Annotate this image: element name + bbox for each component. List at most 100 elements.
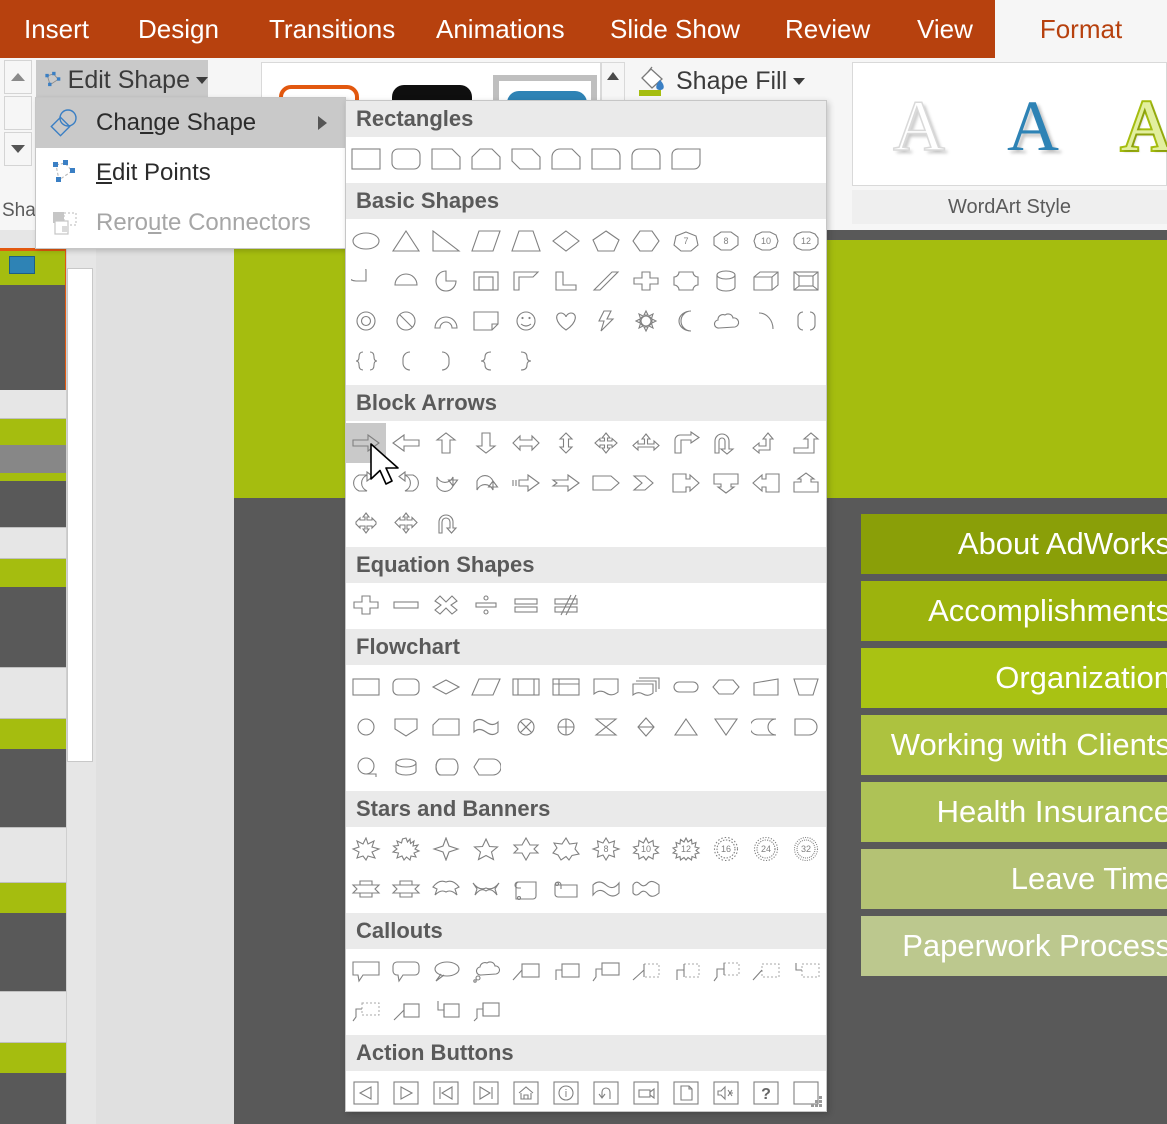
shape-right-brace[interactable]: [506, 341, 546, 381]
shape-sequential-access-storage[interactable]: [346, 747, 386, 787]
shape-bent-up-arrow[interactable]: [786, 423, 826, 463]
shape-line-callout-2-accent-bar[interactable]: [666, 951, 706, 991]
shape-down-arrow-callout[interactable]: [706, 463, 746, 503]
shape-line-callout-1-border-accent-bar[interactable]: [386, 991, 426, 1031]
shape-action-button-sound[interactable]: [706, 1073, 746, 1111]
slide-nav-item-working-with-clients[interactable]: Working with Clients: [861, 715, 1167, 775]
resize-grip-icon[interactable]: [811, 1096, 823, 1108]
shape-oval-callout[interactable]: [426, 951, 466, 991]
shape-action-button-back[interactable]: [346, 1073, 386, 1111]
shape-merge[interactable]: [706, 707, 746, 747]
slide-thumbnail-3[interactable]: [0, 558, 68, 668]
shape-double-bracket[interactable]: [786, 301, 826, 341]
shape-rectangular-callout[interactable]: [346, 951, 386, 991]
shape-summing-junction[interactable]: [506, 707, 546, 747]
shape-snip-single-corner-rectangle[interactable]: [426, 139, 466, 179]
chevron-down-icon[interactable]: [196, 76, 208, 84]
shape-wave[interactable]: [586, 869, 626, 909]
shape-explosion-2[interactable]: [386, 829, 426, 869]
shape-right-triangle[interactable]: [426, 221, 466, 261]
shape-multidocument[interactable]: [626, 667, 666, 707]
slide-thumbnail-1[interactable]: [0, 248, 68, 390]
shape-curved-up-arrow[interactable]: [426, 463, 466, 503]
slide-thumbnail-6[interactable]: [0, 1042, 68, 1124]
shape-horizontal-scroll[interactable]: [546, 869, 586, 909]
shape-dodecagon[interactable]: 12: [786, 221, 826, 261]
tab-view[interactable]: View: [903, 0, 987, 58]
shape-curved-up-ribbon[interactable]: [426, 869, 466, 909]
shape-double-wave[interactable]: [626, 869, 666, 909]
shape-star-16-point[interactable]: 16: [706, 829, 746, 869]
shape-not-equal[interactable]: [546, 585, 586, 625]
shape-round-diagonal-corner-rectangle[interactable]: [666, 139, 706, 179]
slide-thumbnail-4[interactable]: [0, 718, 68, 828]
shape-plus[interactable]: [346, 585, 386, 625]
shape-terminator[interactable]: [666, 667, 706, 707]
slide-nav-item-health-insurance[interactable]: Health Insurance: [861, 782, 1167, 842]
shape-notched-right-arrow[interactable]: [546, 463, 586, 503]
shape-action-button-return[interactable]: [586, 1073, 626, 1111]
menu-item-edit-points[interactable]: Edit Points: [36, 148, 345, 198]
shape-explosion-1[interactable]: [346, 829, 386, 869]
tab-transitions[interactable]: Transitions: [255, 0, 409, 58]
slide-nav-item-accomplishments[interactable]: Accomplishments: [861, 581, 1167, 641]
shape-left-arrow-callout[interactable]: [746, 463, 786, 503]
shape-display[interactable]: [466, 747, 506, 787]
shape-pentagon[interactable]: [586, 221, 626, 261]
shape-snip-and-round-single-corner-rectangle[interactable]: [546, 139, 586, 179]
shape-delay[interactable]: [786, 707, 826, 747]
shape-pentagon-arrow[interactable]: [586, 463, 626, 503]
shape-pie[interactable]: [346, 261, 386, 301]
shape-multiply[interactable]: [426, 585, 466, 625]
shape-action-button-end[interactable]: [466, 1073, 506, 1111]
shape-isosceles-triangle[interactable]: [386, 221, 426, 261]
shape-preparation[interactable]: [706, 667, 746, 707]
shape-hexagon[interactable]: [626, 221, 666, 261]
shape-curved-down-arrow[interactable]: [466, 463, 506, 503]
shape-diagonal-stripe[interactable]: [586, 261, 626, 301]
slide-thumbnail-5[interactable]: [0, 882, 68, 992]
shape-chord[interactable]: [386, 261, 426, 301]
shape-trapezoid[interactable]: [506, 221, 546, 261]
shape-can[interactable]: [706, 261, 746, 301]
shape-connector[interactable]: [346, 707, 386, 747]
shape-star-32-point[interactable]: 32: [786, 829, 826, 869]
shape-plaque[interactable]: [666, 261, 706, 301]
shape-diamond[interactable]: [546, 221, 586, 261]
shape-predefined-process[interactable]: [506, 667, 546, 707]
shape-circular-arrow[interactable]: [426, 503, 466, 543]
shape-fill-button[interactable]: Shape Fill: [636, 62, 806, 100]
wordart-sample-2[interactable]: A: [1007, 85, 1059, 168]
shape-striped-right-arrow[interactable]: [506, 463, 546, 503]
tab-review[interactable]: Review: [771, 0, 884, 58]
shape-cloud-callout[interactable]: [466, 951, 506, 991]
shape-action-button-help[interactable]: ?: [746, 1073, 786, 1111]
edit-shape-button[interactable]: Edit Shape: [36, 60, 208, 100]
shape-collate[interactable]: [586, 707, 626, 747]
shape-donut[interactable]: [346, 301, 386, 341]
shape-quad-arrow[interactable]: [586, 423, 626, 463]
shape-line-callout-3-no-border[interactable]: [346, 991, 386, 1031]
wordart-sample-1[interactable]: A: [892, 85, 946, 168]
shape-left-bracket[interactable]: [386, 341, 426, 381]
wordart-sample-3[interactable]: A: [1119, 84, 1167, 168]
shape-rounded-rectangular-callout[interactable]: [386, 951, 426, 991]
shape-chevron[interactable]: [626, 463, 666, 503]
shape-direct-access-storage[interactable]: [426, 747, 466, 787]
shape-right-arrow-callout[interactable]: [666, 463, 706, 503]
shape-down-ribbon[interactable]: [386, 869, 426, 909]
shape-arc[interactable]: [746, 301, 786, 341]
shape-manual-input[interactable]: [746, 667, 786, 707]
shape-star-12-point[interactable]: 12: [666, 829, 706, 869]
shape-action-button-forward[interactable]: [386, 1073, 426, 1111]
shape-line-callout-1[interactable]: [506, 951, 546, 991]
shape-teardrop[interactable]: [426, 261, 466, 301]
shape-punched-tape[interactable]: [466, 707, 506, 747]
wordart-styles-gallery[interactable]: A A A: [852, 62, 1167, 186]
shape-star-8-point[interactable]: 8: [586, 829, 626, 869]
shape-frame[interactable]: [466, 261, 506, 301]
shape-cross[interactable]: [626, 261, 666, 301]
shape-manual-operation[interactable]: [786, 667, 826, 707]
shape-bevel[interactable]: [786, 261, 826, 301]
slide-nav-item-leave-time[interactable]: Leave Time: [861, 849, 1167, 909]
